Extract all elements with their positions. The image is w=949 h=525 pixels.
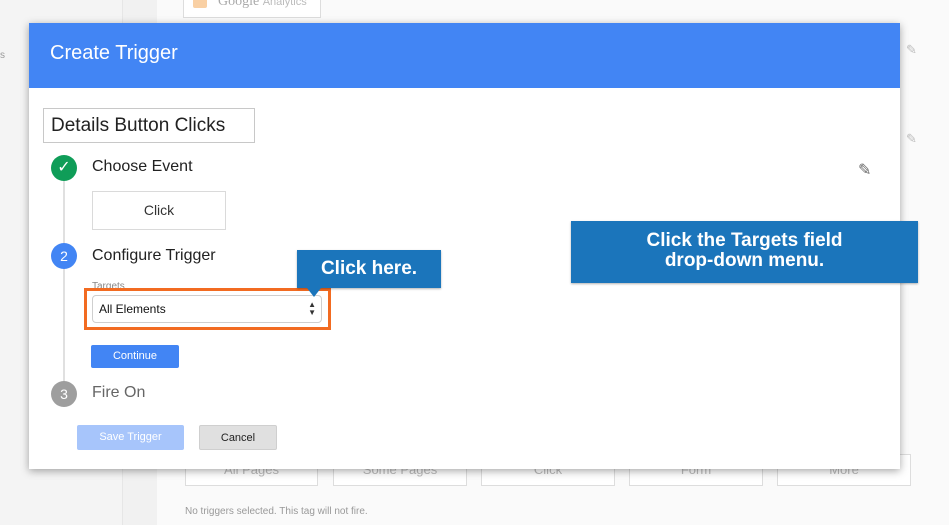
check-icon: ✓ [51, 155, 77, 181]
step-choose-event-title: Choose Event [92, 158, 193, 175]
step-3-indicator: 3 [51, 381, 77, 407]
callout-pointer [307, 288, 321, 297]
instruction-line-1: Click the Targets field [646, 230, 843, 251]
dialog-title: Create Trigger [50, 42, 178, 64]
step-connector [63, 181, 65, 395]
save-trigger-button[interactable]: Save Trigger [77, 425, 184, 450]
cancel-button[interactable]: Cancel [199, 425, 277, 450]
continue-button[interactable]: Continue [91, 345, 179, 368]
trigger-name-input[interactable]: Details Button Clicks [43, 108, 255, 143]
step-2-indicator: 2 [51, 243, 77, 269]
instruction-line-2: drop-down menu. [664, 250, 825, 271]
dialog-header: Create Trigger [29, 23, 900, 88]
event-type-card[interactable]: Click [92, 191, 226, 230]
highlight-box [84, 288, 331, 330]
click-here-callout: Click here. [297, 250, 441, 288]
step-configure-trigger-title: Configure Trigger [92, 247, 216, 264]
step-fire-on-title: Fire On [92, 384, 146, 401]
empty-triggers-message: No triggers selected. This tag will not … [185, 506, 368, 517]
instruction-callout: Click the Targets field drop-down menu. [571, 221, 918, 283]
pencil-icon[interactable]: ✎ [858, 160, 871, 180]
sidebar-fragment-text: s [0, 50, 5, 61]
edit-icon[interactable]: ✎ [906, 42, 917, 58]
ga-logo-text: Google Analytics [218, 0, 307, 9]
edit-icon[interactable]: ✎ [906, 131, 917, 147]
analytics-logo-icon [193, 0, 207, 8]
